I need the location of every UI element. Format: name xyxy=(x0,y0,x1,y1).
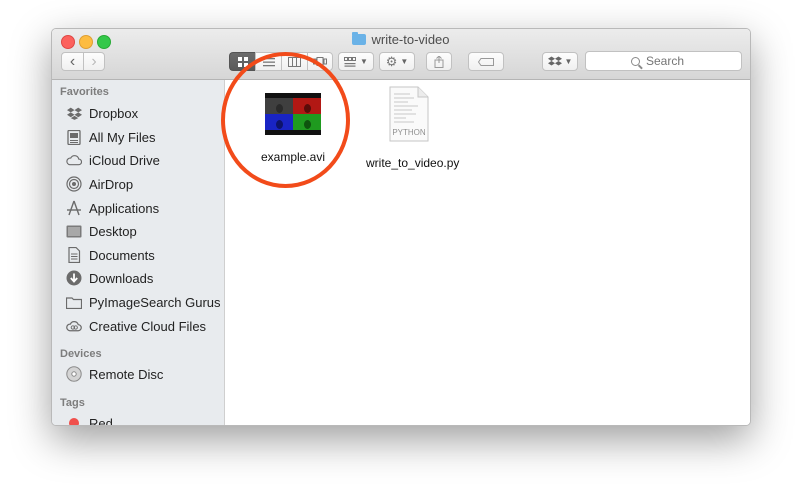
cloud-icon xyxy=(66,152,82,168)
devices-header: Devices xyxy=(60,348,102,360)
sidebar-item-label: Documents xyxy=(89,247,155,263)
airdrop-icon xyxy=(66,176,82,192)
chevron-down-icon: ▼ xyxy=(564,57,573,66)
highlight-circle xyxy=(221,52,350,188)
sidebar: Favorites Dropbox All My Files iCloud Dr… xyxy=(52,80,225,425)
python-document-icon: PYTHON xyxy=(388,86,430,142)
finder-window: write-to-video ‹ › ▼ ⚙ ▼ ▼ Search Favori… xyxy=(51,28,751,426)
sidebar-item-label: Creative Cloud Files xyxy=(89,318,207,334)
chevron-down-icon: ▼ xyxy=(400,57,409,66)
sidebar-item-airdrop[interactable]: AirDrop xyxy=(66,174,133,194)
sidebar-item-applications[interactable]: Applications xyxy=(66,198,159,218)
dropbox-icon xyxy=(66,105,82,121)
sidebar-item-dropbox[interactable]: Dropbox xyxy=(66,103,138,123)
downloads-icon xyxy=(66,270,82,286)
file-name: write_to_video.py xyxy=(366,156,460,170)
sidebar-item-desktop[interactable]: Desktop xyxy=(66,221,137,241)
sidebar-item-label: Remote Disc xyxy=(89,366,164,382)
search-field[interactable] xyxy=(585,51,742,71)
sidebar-item-label: Red xyxy=(89,415,113,426)
sidebar-item-label: iCloud Drive xyxy=(89,152,160,168)
applications-icon xyxy=(66,200,82,216)
desktop-icon xyxy=(66,223,82,239)
sidebar-item-label: Dropbox xyxy=(89,105,139,121)
folder-icon xyxy=(66,294,82,310)
edit-tags-button[interactable] xyxy=(468,52,504,71)
creative-cloud-icon xyxy=(66,318,82,334)
sidebar-item-label: Desktop xyxy=(89,223,137,239)
forward-arrow-icon: › xyxy=(91,52,97,70)
title-bar: write-to-video ‹ › ▼ ⚙ ▼ ▼ Search xyxy=(52,29,750,80)
sidebar-item-label: Applications xyxy=(89,200,160,216)
sidebar-item-label: All My Files xyxy=(89,129,156,145)
dropbox-icon xyxy=(547,56,562,65)
folder-icon xyxy=(352,32,367,45)
back-arrow-icon: ‹ xyxy=(69,52,76,70)
tag-icon xyxy=(478,57,494,66)
window-title-text: write-to-video xyxy=(371,32,450,47)
search-input[interactable] xyxy=(646,54,696,68)
documents-icon xyxy=(66,247,82,263)
arrange-button[interactable]: ▼ xyxy=(338,52,374,71)
disc-icon xyxy=(66,366,82,382)
file-type-badge: PYTHON xyxy=(392,128,426,137)
sidebar-item-remote-disc[interactable]: Remote Disc xyxy=(66,364,163,384)
sidebar-item-pyimagesearch-gurus[interactable]: PyImageSearch Gurus xyxy=(66,292,221,312)
search-icon xyxy=(631,56,640,66)
forward-button[interactable]: › xyxy=(83,52,105,71)
chevron-down-icon: ▼ xyxy=(360,57,368,66)
favorites-header: Favorites xyxy=(60,86,109,98)
gear-icon: ⚙ xyxy=(385,53,398,69)
sidebar-item-all-my-files[interactable]: All My Files xyxy=(66,127,155,147)
sidebar-item-label: AirDrop xyxy=(89,176,134,192)
sidebar-item-creative-cloud-files[interactable]: Creative Cloud Files xyxy=(66,316,206,336)
all-files-icon xyxy=(66,129,82,145)
share-button[interactable] xyxy=(426,52,452,71)
sidebar-item-tag-red[interactable]: Red xyxy=(66,413,113,425)
window-title: write-to-video xyxy=(52,32,750,47)
share-icon xyxy=(434,55,444,68)
sidebar-item-icloud-drive[interactable]: iCloud Drive xyxy=(66,150,160,170)
back-button[interactable]: ‹ xyxy=(61,52,83,71)
file-item-write-to-video-py[interactable]: PYTHON write_to_video.py xyxy=(366,86,460,170)
dropbox-button[interactable]: ▼ xyxy=(542,52,578,71)
sidebar-item-downloads[interactable]: Downloads xyxy=(66,268,153,288)
sidebar-item-label: Downloads xyxy=(89,270,154,286)
sidebar-item-label: PyImageSearch Gurus xyxy=(89,294,221,310)
arrange-icon xyxy=(344,56,357,67)
action-button[interactable]: ⚙ ▼ xyxy=(379,52,415,71)
tags-header: Tags xyxy=(60,397,85,409)
red-tag-dot-icon xyxy=(66,415,82,425)
sidebar-item-documents[interactable]: Documents xyxy=(66,245,155,265)
